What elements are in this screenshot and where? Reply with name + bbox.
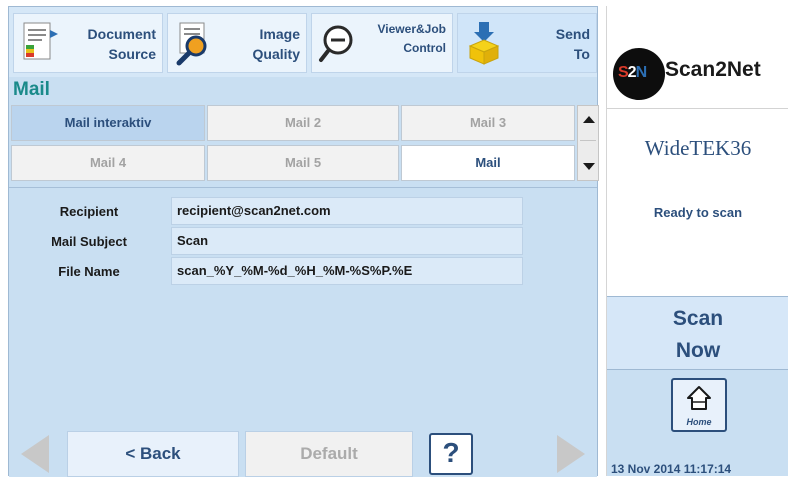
tab-mail-2[interactable]: Mail 2: [207, 105, 399, 141]
brand-header: S2N Scan2Net: [607, 6, 788, 109]
viewer-job-control-button[interactable]: Viewer&Job Control: [311, 13, 453, 73]
scan-now-label-2: Now: [675, 339, 721, 362]
scan-now-button[interactable]: Scan Now: [607, 296, 788, 370]
scan-now-label-1: Scan: [672, 307, 724, 330]
tab-mail-5[interactable]: Mail 5: [207, 145, 399, 181]
mail-settings-form: Recipient recipient@scan2net.com Mail Su…: [9, 187, 597, 422]
tab-mail[interactable]: Mail: [401, 145, 575, 181]
viewer-job-label-1: Viewer&Job: [377, 22, 446, 36]
tab-mail-interaktiv[interactable]: Mail interaktiv: [11, 105, 205, 141]
date-time: 13 Nov 2014 11:17:14: [611, 462, 732, 476]
home-icon: [687, 386, 711, 410]
file-name-label: File Name: [58, 264, 120, 279]
default-button[interactable]: Default: [245, 431, 413, 477]
help-button[interactable]: ?: [429, 433, 473, 475]
document-source-label-1: Document: [87, 26, 156, 42]
send-box-icon: [468, 22, 500, 65]
brand-name: Scan2Net: [665, 58, 761, 81]
image-quality-button[interactable]: Image Quality: [167, 13, 307, 73]
main-panel: Document Source Image Quality Viewer&Job…: [8, 6, 599, 477]
document-source-label-2: Source: [108, 46, 156, 62]
send-to-label-1: Send: [555, 26, 590, 42]
recipient-field[interactable]: recipient@scan2net.com: [171, 197, 523, 225]
home-button[interactable]: Home: [671, 378, 727, 432]
bottom-navigation: < Back Default ?: [9, 425, 597, 477]
viewer-job-label-2: Control: [403, 41, 446, 55]
section-title: Mail: [13, 79, 50, 100]
scanner-app: Document Source Image Quality Viewer&Job…: [0, 0, 788, 479]
image-quality-label-2: Quality: [252, 46, 300, 62]
scan2net-logo-icon: S2N: [613, 48, 665, 100]
file-name-field[interactable]: scan_%Y_%M-%d_%H_%M-%S%P.%E: [171, 257, 523, 285]
tab-mail-4[interactable]: Mail 4: [11, 145, 205, 181]
tab-scrollbar[interactable]: [577, 105, 599, 181]
scanner-status: Ready to scan: [653, 205, 743, 220]
zoom-out-icon: [319, 25, 353, 62]
magnifier-icon: [176, 22, 207, 66]
side-panel: S2N Scan2Net WideTEK36 Ready to scan Sca…: [606, 6, 788, 476]
send-to-button[interactable]: Send To: [457, 13, 597, 73]
top-toolbar: Document Source Image Quality Viewer&Job…: [9, 7, 597, 77]
home-area: Home 13 Nov 2014 11:17:14: [607, 370, 788, 476]
send-to-label-2: To: [573, 46, 590, 62]
home-label: Home: [686, 417, 712, 427]
image-quality-label-1: Image: [259, 26, 300, 42]
previous-arrow-icon[interactable]: [21, 435, 49, 473]
device-name: WideTEK36: [644, 136, 752, 160]
mail-profile-tabs: Mail interaktiv Mail 2 Mail 3 Mail 4 Mai…: [11, 105, 599, 187]
mail-subject-label: Mail Subject: [51, 234, 127, 249]
recipient-label: Recipient: [59, 204, 119, 219]
tab-mail-3[interactable]: Mail 3: [401, 105, 575, 141]
scroll-down-arrow-icon[interactable]: [583, 163, 595, 170]
back-button[interactable]: < Back: [67, 431, 239, 477]
document-icon: [23, 22, 58, 60]
document-source-button[interactable]: Document Source: [13, 13, 163, 73]
mail-subject-field[interactable]: Scan: [171, 227, 523, 255]
next-arrow-icon[interactable]: [557, 435, 585, 473]
scroll-up-arrow-icon[interactable]: [583, 116, 595, 123]
